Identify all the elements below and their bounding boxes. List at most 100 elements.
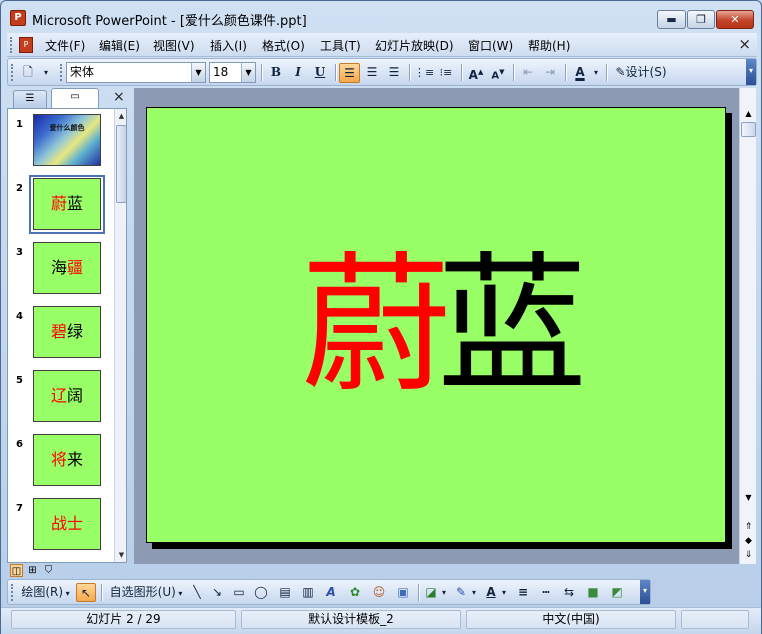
chevron-down-icon[interactable]: ▾ bbox=[470, 583, 478, 602]
thumb-black-char: 绿 bbox=[67, 322, 84, 341]
previous-slide-icon[interactable]: ⇑ bbox=[740, 520, 757, 534]
rectangle-tool-icon[interactable]: ▭ bbox=[230, 583, 248, 602]
slide-sorter-view-icon[interactable]: ⊞ bbox=[26, 564, 39, 577]
shadow-style-icon[interactable]: ■ bbox=[584, 583, 602, 602]
draw-menu-button[interactable]: 绘图(R) ▾ bbox=[18, 583, 73, 602]
menu-view[interactable]: 视图(V) bbox=[153, 37, 195, 54]
chevron-down-icon[interactable]: ▾ bbox=[440, 583, 448, 602]
slide-thumbnail-5[interactable]: 辽阔 bbox=[33, 370, 101, 422]
font-name-select[interactable]: 宋体 ▼ bbox=[66, 62, 206, 83]
wordart-icon[interactable]: A bbox=[322, 583, 340, 602]
increase-indent-icon[interactable]: ⇥ bbox=[540, 63, 560, 83]
next-slide-icon[interactable]: ⇓ bbox=[740, 548, 757, 562]
toolbar-grip[interactable] bbox=[11, 64, 14, 81]
align-right-icon[interactable]: ☰ bbox=[384, 63, 404, 83]
decrease-indent-icon[interactable]: ⇤ bbox=[518, 63, 538, 83]
slide-thumbnail-2[interactable]: 蔚蓝 bbox=[33, 178, 101, 230]
chevron-down-icon: ▾ bbox=[175, 589, 183, 598]
underline-button[interactable]: U bbox=[310, 63, 330, 83]
decrease-font-size-icon[interactable]: A▼ bbox=[488, 63, 508, 83]
menu-insert[interactable]: 插入(I) bbox=[210, 37, 247, 54]
toolbar-options-icon[interactable]: ▾ bbox=[40, 63, 52, 83]
autoshapes-menu-button[interactable]: 自选图形(U) ▾ bbox=[106, 583, 186, 602]
thumbnail-scrollbar[interactable]: ▲ ▼ bbox=[114, 109, 126, 562]
chevron-down-icon[interactable]: ▾ bbox=[500, 583, 508, 602]
chevron-down-icon[interactable]: ▼ bbox=[241, 63, 255, 82]
new-document-icon[interactable]: 🗋 bbox=[18, 63, 38, 83]
minimize-button[interactable]: ▬ bbox=[657, 10, 686, 29]
vertical-text-box-icon[interactable]: ▥ bbox=[299, 583, 317, 602]
select-objects-icon[interactable]: ↖ bbox=[76, 583, 96, 602]
bullets-icon[interactable]: ⁝≡ bbox=[436, 63, 456, 83]
toolbar-options-icon[interactable]: ▾ bbox=[746, 59, 756, 85]
dash-style-icon[interactable]: ┅ bbox=[537, 583, 555, 602]
status-extra bbox=[681, 610, 749, 629]
align-left-icon[interactable]: ☰ bbox=[339, 63, 360, 83]
font-color-icon[interactable]: A bbox=[570, 63, 590, 83]
scroll-down-icon[interactable]: ▼ bbox=[740, 490, 757, 506]
slideshow-view-icon[interactable]: ⛉ bbox=[42, 564, 55, 577]
document-close-icon[interactable]: × bbox=[738, 35, 751, 53]
font-size-select[interactable]: 18 ▼ bbox=[209, 62, 256, 83]
slide-title[interactable]: 蔚蓝 bbox=[147, 108, 727, 544]
bold-button[interactable]: B bbox=[266, 63, 286, 83]
menu-edit[interactable]: 编辑(E) bbox=[99, 37, 140, 54]
maximize-button[interactable]: ❐ bbox=[687, 10, 715, 29]
numbering-icon[interactable]: ⋮≡ bbox=[414, 63, 434, 83]
insert-picture-icon[interactable]: ▣ bbox=[394, 583, 412, 602]
3d-style-icon[interactable]: ◩ bbox=[608, 583, 626, 602]
text-box-icon[interactable]: ▤ bbox=[276, 583, 294, 602]
slide-thumbnail-3[interactable]: 海疆 bbox=[33, 242, 101, 294]
menu-help[interactable]: 帮助(H) bbox=[528, 37, 570, 54]
thumb-red-char: 士 bbox=[67, 514, 84, 533]
slide-thumbnail-6[interactable]: 将来 bbox=[33, 434, 101, 486]
menu-format[interactable]: 格式(O) bbox=[262, 37, 305, 54]
slide-thumbnail-7[interactable]: 战士 bbox=[33, 498, 101, 550]
normal-view-icon[interactable]: ◫ bbox=[10, 564, 23, 577]
close-button[interactable]: ✕ bbox=[716, 10, 754, 29]
close-pane-icon[interactable]: × bbox=[113, 89, 125, 105]
toolbar-options-icon[interactable]: ▾ bbox=[640, 580, 650, 604]
toolbar-grip-2[interactable] bbox=[60, 64, 63, 81]
diagram-icon[interactable]: ✿ bbox=[346, 583, 364, 602]
menu-tools[interactable]: 工具(T) bbox=[320, 37, 361, 54]
select-browse-object-icon[interactable]: ◆ bbox=[740, 534, 757, 548]
document-icon[interactable]: P bbox=[19, 37, 33, 53]
oval-tool-icon[interactable]: ◯ bbox=[252, 583, 270, 602]
scrollbar-thumb[interactable] bbox=[116, 125, 126, 203]
increase-font-size-icon[interactable]: A▲ bbox=[466, 63, 486, 83]
slide-thumbnail-4[interactable]: 碧绿 bbox=[33, 306, 101, 358]
menu-grip[interactable] bbox=[10, 37, 13, 53]
toolbar-grip[interactable] bbox=[11, 584, 14, 601]
line-color-icon[interactable]: ✎ bbox=[452, 583, 470, 602]
slides-tab-icon[interactable]: ▭ bbox=[51, 88, 99, 108]
scroll-up-icon[interactable]: ▲ bbox=[115, 109, 126, 123]
design-button[interactable]: ✎设计(S) bbox=[611, 63, 671, 83]
italic-button[interactable]: I bbox=[288, 63, 308, 83]
slide-thumbnail-1[interactable]: 爱什么颜色 bbox=[33, 114, 101, 166]
powerpoint-icon[interactable]: P bbox=[10, 10, 26, 26]
scroll-up-icon[interactable]: ▲ bbox=[740, 106, 757, 122]
chevron-down-icon[interactable]: ▼ bbox=[191, 63, 205, 82]
separator bbox=[418, 584, 419, 601]
outline-tab-icon[interactable]: ☰ bbox=[13, 90, 47, 108]
line-tool-icon[interactable]: ╲ bbox=[188, 583, 206, 602]
menu-window[interactable]: 窗口(W) bbox=[468, 37, 513, 54]
scrollbar-thumb[interactable] bbox=[741, 122, 756, 137]
thumb-black-char: 来 bbox=[67, 450, 84, 469]
menu-slideshow[interactable]: 幻灯片放映(D) bbox=[375, 37, 454, 54]
fill-color-icon[interactable]: ◪ bbox=[422, 583, 440, 602]
scroll-down-icon[interactable]: ▼ bbox=[115, 548, 126, 562]
current-slide[interactable]: 蔚蓝 bbox=[146, 107, 726, 543]
slides-thumbnail-pane: 1 爱什么颜色 2 蔚蓝 3 海疆 4 碧绿 5 辽阔 6 将来 7 战士 ▲ … bbox=[7, 108, 127, 563]
thumb-red-char: 战 bbox=[50, 514, 67, 533]
font-color-icon[interactable]: A bbox=[482, 583, 500, 602]
slide-scrollbar[interactable]: ▲ ▼ ⇑ ◆ ⇓ bbox=[739, 88, 756, 564]
arrow-tool-icon[interactable]: ↘ bbox=[208, 583, 226, 602]
clip-art-icon[interactable]: ☺ bbox=[370, 583, 388, 602]
arrow-style-icon[interactable]: ⇆ bbox=[560, 583, 578, 602]
menu-file[interactable]: 文件(F) bbox=[45, 37, 85, 54]
align-center-icon[interactable]: ☰ bbox=[362, 63, 382, 83]
chevron-down-icon[interactable]: ▾ bbox=[591, 63, 601, 83]
line-style-icon[interactable]: ≡ bbox=[514, 583, 532, 602]
